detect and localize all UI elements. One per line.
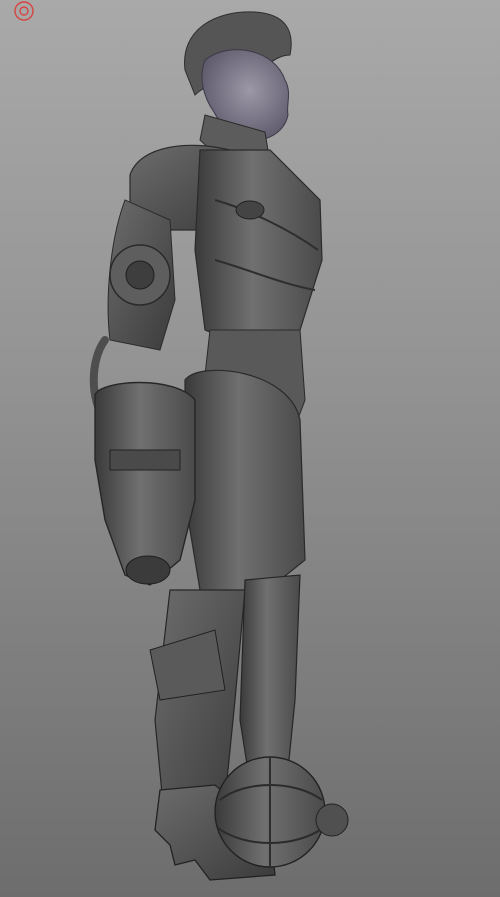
armored-figure-render [89, 11, 349, 881]
sculpt-viewport[interactable] [0, 0, 500, 897]
hip-armor [184, 369, 306, 601]
forearm-cannon [94, 381, 196, 586]
chest-plate [194, 149, 323, 346]
